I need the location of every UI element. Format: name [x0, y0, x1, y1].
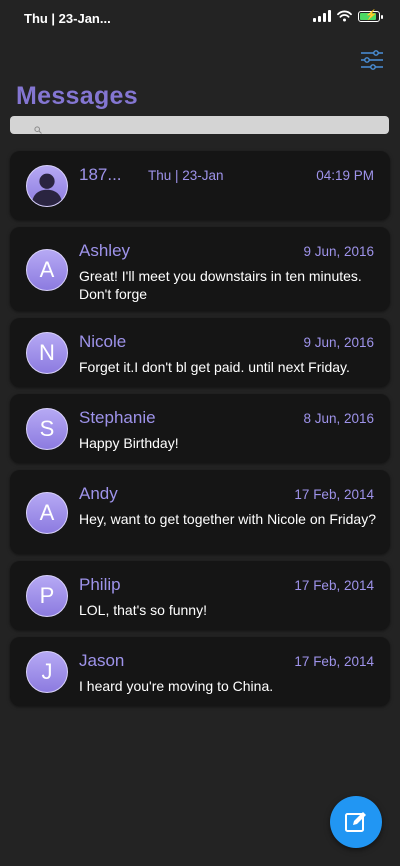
message-date: 9 Jun, 2016	[303, 335, 374, 350]
avatar	[26, 165, 68, 207]
conversation-item[interactable]: N Nicole 9 Jun, 2016 Forget it.I don't b…	[10, 318, 390, 387]
message-preview: I heard you're moving to China.	[79, 678, 274, 694]
conversation-item[interactable]: P Philip 17 Feb, 2014 LOL, that's so fun…	[10, 561, 390, 630]
search-icon	[34, 126, 42, 134]
message-preview: Forget it.I don't bl get paid. until nex…	[79, 359, 350, 375]
sender-name: Stephanie	[79, 408, 156, 427]
avatar: S	[26, 408, 68, 450]
message-preview: Happy Birthday!	[79, 435, 179, 451]
message-date: 17 Feb, 2014	[294, 654, 374, 669]
sender-name: Andy	[79, 484, 118, 503]
sliders-icon[interactable]	[360, 50, 384, 70]
conversation-item[interactable]: 187... Thu | 23-Jan 04:19 PM	[10, 151, 390, 220]
status-time: Thu | 23-Jan...	[24, 11, 111, 26]
conversation-item[interactable]: S Stephanie 8 Jun, 2016 Happy Birthday!	[10, 394, 390, 463]
message-date: 17 Feb, 2014	[294, 487, 374, 502]
message-time: 04:19 PM	[316, 168, 374, 183]
conversation-item[interactable]: A Ashley 9 Jun, 2016 Great! I'll meet yo…	[10, 227, 390, 311]
conversation-item[interactable]: A Andy 17 Feb, 2014 Hey, want to get tog…	[10, 470, 390, 554]
person-silhouette-icon	[31, 173, 63, 206]
message-preview: Great! I'll meet you downstairs in ten m…	[79, 268, 362, 302]
search-input[interactable]	[10, 116, 389, 134]
message-preview: Hey, want to get together with Nicole on…	[79, 511, 377, 527]
page-title: Messages	[16, 82, 138, 110]
avatar: A	[26, 249, 68, 291]
avatar: P	[26, 575, 68, 617]
sender-name: 187...	[79, 165, 122, 184]
avatar: N	[26, 332, 68, 374]
wifi-icon	[337, 10, 352, 22]
avatar: J	[26, 651, 68, 693]
message-date: 9 Jun, 2016	[303, 244, 374, 259]
signal-icon	[313, 10, 331, 22]
sender-name: Nicole	[79, 332, 127, 351]
message-list: 187... Thu | 23-Jan 04:19 PM A Ashley 9 …	[10, 151, 390, 713]
status-icons: ⚡	[313, 10, 383, 22]
compose-icon	[345, 812, 366, 832]
sender-name: Jason	[79, 651, 125, 670]
message-date: 17 Feb, 2014	[294, 578, 374, 593]
sender-name: Philip	[79, 575, 121, 594]
message-preview: LOL, that's so funny!	[79, 602, 207, 618]
battery-icon: ⚡	[358, 10, 383, 22]
conversation-day: Thu | 23-Jan	[148, 168, 224, 183]
messages-screen: Thu | 23-Jan... ⚡ Messages 187... Thu | …	[0, 0, 400, 866]
sender-name: Ashley	[79, 241, 131, 260]
compose-button[interactable]	[330, 796, 382, 848]
message-date: 8 Jun, 2016	[303, 411, 374, 426]
conversation-item[interactable]: J Jason 17 Feb, 2014 I heard you're movi…	[10, 637, 390, 706]
status-bar: Thu | 23-Jan... ⚡	[0, 0, 400, 36]
avatar: A	[26, 492, 68, 534]
